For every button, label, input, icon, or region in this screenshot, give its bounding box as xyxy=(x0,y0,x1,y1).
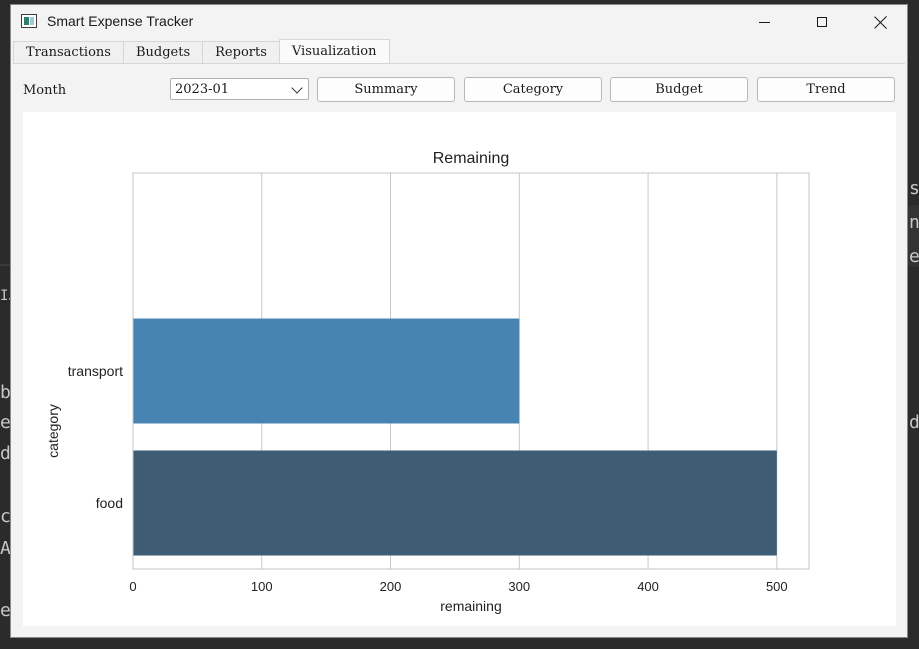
y-tick-label: transport xyxy=(68,363,123,379)
chevron-down-icon xyxy=(291,82,303,94)
x-axis-label: remaining xyxy=(440,598,501,614)
x-tick-label: 0 xyxy=(129,579,136,594)
remaining-bar-chart: 0 100 200 300 400 500 transport food Remaining… xyxy=(45,150,810,614)
background-fragment: n xyxy=(909,212,919,233)
bar-food xyxy=(133,450,777,556)
chart-canvas: 0 100 200 300 400 500 transport food Remaining… xyxy=(23,112,896,626)
tab-pane-border xyxy=(13,63,905,64)
background-fragment: e xyxy=(909,246,919,267)
minimize-button[interactable] xyxy=(735,5,793,39)
x-tick-label: 300 xyxy=(508,579,530,594)
x-tick-label: 200 xyxy=(380,579,402,594)
tab-reports[interactable]: Reports xyxy=(202,41,280,63)
month-dropdown[interactable]: 2023-01 xyxy=(170,78,309,100)
category-button[interactable]: Category xyxy=(464,77,602,102)
tab-budgets[interactable]: Budgets xyxy=(122,41,204,63)
maximize-icon xyxy=(817,17,827,27)
window-title: Smart Expense Tracker xyxy=(47,13,194,29)
x-tick-label: 100 xyxy=(251,579,273,594)
bar-transport xyxy=(133,318,520,424)
app-window: Smart Expense Tracker Transactions Budge… xyxy=(10,4,908,638)
title-bar[interactable]: Smart Expense Tracker xyxy=(11,5,907,39)
close-icon xyxy=(874,16,887,29)
minimize-icon xyxy=(758,21,770,23)
trend-button[interactable]: Trend xyxy=(757,77,895,102)
background-fragment: s xyxy=(909,178,919,199)
y-tick-label: food xyxy=(96,495,123,511)
x-tick-label: 500 xyxy=(766,579,788,594)
app-icon xyxy=(21,14,37,28)
chart-title: Remaining xyxy=(433,150,509,167)
maximize-button[interactable] xyxy=(793,5,851,39)
x-tick-label: 400 xyxy=(637,579,659,594)
tab-transactions[interactable]: Transactions xyxy=(13,41,124,63)
close-button[interactable] xyxy=(851,5,909,39)
y-axis-label: category xyxy=(45,404,61,458)
month-dropdown-value: 2023-01 xyxy=(175,81,230,97)
summary-button[interactable]: Summary xyxy=(317,77,455,102)
tab-bar: Transactions Budgets Reports Visualizati… xyxy=(13,39,390,64)
tab-visualization[interactable]: Visualization xyxy=(278,39,390,63)
budget-button[interactable]: Budget xyxy=(610,77,748,102)
background-fragment: de xyxy=(909,412,919,433)
month-label: Month xyxy=(23,83,67,98)
background-divider xyxy=(0,264,10,266)
